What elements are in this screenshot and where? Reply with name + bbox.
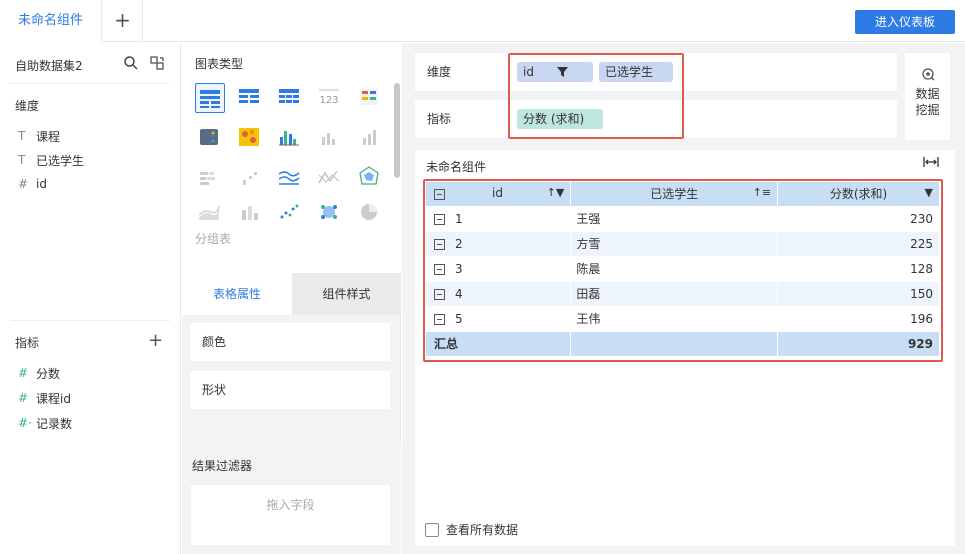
dimensions-title: 维度 [15, 99, 40, 113]
dimension-shelf-label: 维度 [427, 65, 452, 79]
fit-width-icon[interactable] [923, 156, 939, 168]
list-chart-icon[interactable] [195, 123, 225, 153]
field-students[interactable]: T 已选学生 [18, 152, 84, 168]
data-mining-button[interactable]: 数据 挖掘 [905, 53, 950, 140]
field-label: 已选学生 [36, 153, 85, 168]
result-filter-title: 结果过滤器 [192, 459, 253, 473]
chart-type-section: 图表类型 123 分组表 [182, 43, 401, 273]
table-highlight-box [423, 179, 943, 362]
detail-table-icon[interactable] [275, 83, 305, 113]
field-panel: 自助数据集2 维度 T 课程 T 已选学生 # id 指标 + # 分数 # 课… [0, 43, 181, 554]
svg-text:123: 123 [319, 95, 338, 106]
switch-dataset-icon[interactable] [149, 55, 165, 71]
field-label: 课程id [36, 391, 71, 406]
filter-drop-zone[interactable]: 拖入字段 [191, 485, 390, 545]
field-label: 课程 [36, 129, 61, 144]
field-id[interactable]: # id [18, 176, 47, 192]
kpi-number-icon[interactable]: 123 [315, 83, 345, 113]
data-mining-label-1: 数据 [915, 87, 940, 101]
field-label: 分数 [36, 366, 61, 381]
measures-title: 指标 [15, 336, 40, 350]
field-label: 记录数 [36, 416, 73, 431]
data-mining-label-2: 挖掘 [915, 103, 940, 117]
see-all-data-toggle[interactable]: 查看所有数据 [425, 521, 518, 538]
line-chart-icon[interactable] [275, 163, 305, 193]
see-all-label: 查看所有数据 [446, 523, 519, 537]
polyline-chart-icon[interactable] [315, 163, 345, 193]
cross-table-icon[interactable] [235, 83, 265, 113]
see-all-checkbox[interactable] [425, 522, 439, 537]
grouped-table-icon[interactable] [195, 83, 225, 113]
count-type-icon: #· [18, 416, 32, 430]
field-course-id[interactable]: # 课程id [18, 390, 71, 406]
dataset-title: 自助数据集2 [15, 59, 83, 73]
divider [10, 83, 170, 84]
component-title: 未命名组件 [426, 160, 487, 174]
tab-component[interactable]: 未命名组件 [0, 0, 102, 43]
result-filter-section: 结果过滤器 拖入字段 [182, 443, 401, 554]
text-type-icon: T [18, 153, 26, 167]
property-tabs: 表格属性 组件样式 [182, 273, 401, 315]
add-tab-button[interactable]: + [103, 0, 143, 42]
enter-dashboard-button[interactable]: 进入仪表板 [855, 10, 955, 34]
chart-type-label: 分组表 [195, 232, 232, 246]
data-mining-icon [905, 67, 950, 86]
tab-component-style[interactable]: 组件样式 [292, 273, 401, 315]
chart-workspace: 维度 id 已选学生 指标 分数 (求和) 数据 挖掘 未命名组件 id ↑▼ [402, 43, 965, 554]
measure-shelf-label: 指标 [427, 112, 452, 126]
column-chart-icon[interactable] [355, 123, 385, 153]
scatter-chart-icon[interactable] [275, 198, 305, 228]
chart-canvas: 未命名组件 id ↑▼ 已选学生 ↑≡ 分数(求和) ▼ 1 王强 230 2 … [415, 150, 955, 546]
pie-chart-icon[interactable] [355, 198, 385, 228]
tab-table-properties[interactable]: 表格属性 [182, 273, 292, 315]
bar-chart-icon[interactable] [315, 123, 345, 153]
field-label: id [36, 177, 47, 191]
chart-config-panel: 图表类型 123 分组表 表格属性 组件样式 颜色 形状 结果过滤器 拖入字段 [182, 43, 401, 554]
heatmap-icon[interactable] [235, 123, 265, 153]
add-measure-icon[interactable]: + [148, 332, 163, 350]
color-property[interactable]: 颜色 [190, 323, 390, 361]
chart-type-title: 图表类型 [195, 57, 244, 71]
shelf-highlight-box [508, 53, 684, 139]
number-type-icon: # [18, 366, 29, 380]
text-widget-icon[interactable] [355, 83, 385, 113]
area-chart-icon[interactable] [195, 198, 225, 228]
stacked-bar-icon[interactable] [195, 163, 225, 193]
grouped-bar-icon[interactable] [275, 123, 305, 153]
field-course[interactable]: T 课程 [18, 128, 60, 144]
number-type-icon: # [18, 177, 29, 191]
radar-chart-icon[interactable] [355, 163, 385, 193]
stacked-column-icon[interactable] [235, 198, 265, 228]
shape-property[interactable]: 形状 [190, 371, 390, 409]
field-record-count[interactable]: #· 记录数 [18, 415, 72, 431]
scrollbar[interactable] [394, 83, 400, 178]
number-type-icon: # [18, 391, 29, 405]
text-type-icon: T [18, 129, 26, 143]
top-bar: 未命名组件 + 进入仪表板 [0, 0, 965, 43]
divider [10, 320, 170, 321]
search-icon[interactable] [123, 55, 139, 71]
field-score[interactable]: # 分数 [18, 365, 60, 381]
bubble-chart-icon[interactable] [315, 198, 345, 228]
scatter-bar-icon[interactable] [235, 163, 265, 193]
